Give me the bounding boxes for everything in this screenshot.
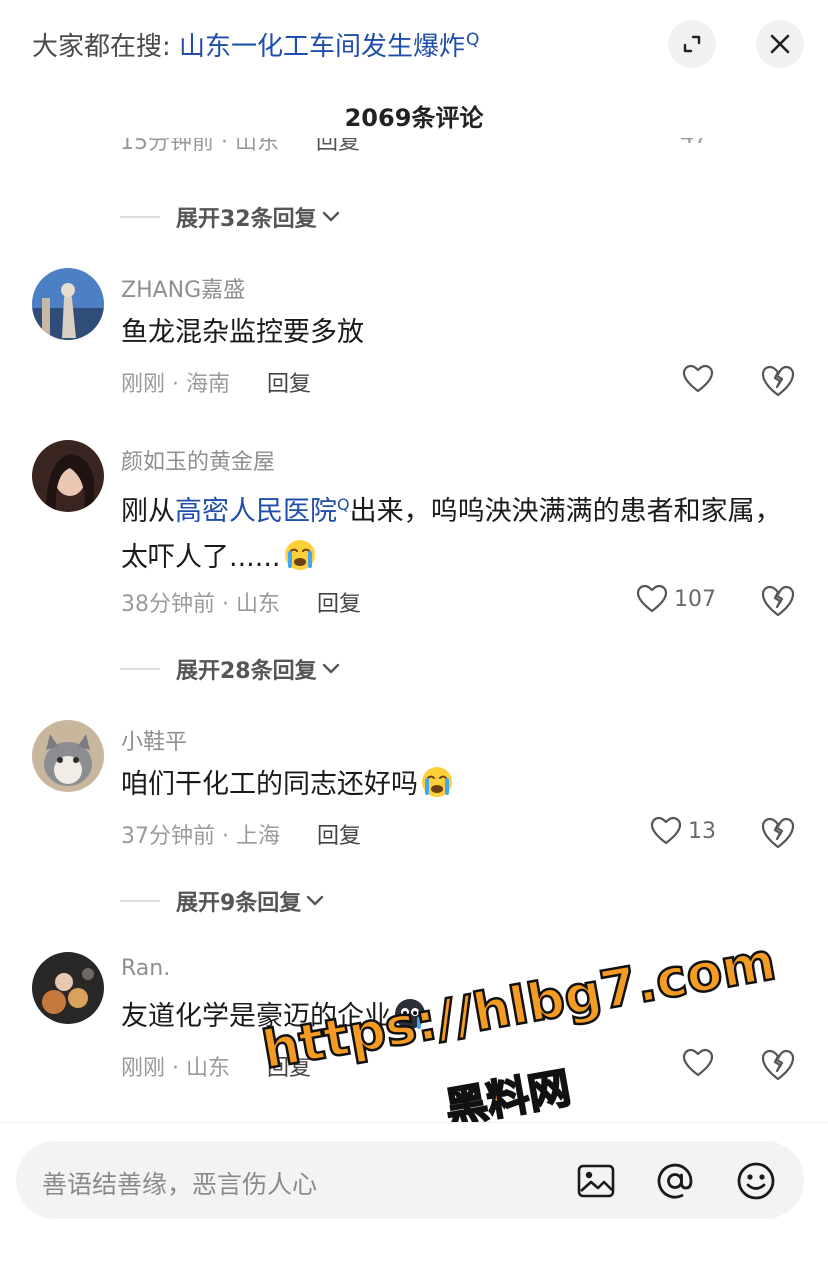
avatar[interactable]	[32, 720, 104, 792]
avatar[interactable]	[32, 440, 104, 512]
username[interactable]: 颜如玉的黄金屋	[121, 444, 275, 476]
comment-count: 2069条评论	[344, 104, 484, 132]
time-location: 38分钟前 · 山东	[121, 592, 280, 617]
expand-replies-label: 展开9条回复	[176, 891, 302, 916]
reply-button[interactable]: 回复	[317, 824, 361, 849]
comment-input-placeholder: 善语结善缘，恶言伤人心	[42, 1170, 318, 1199]
like-button[interactable]	[682, 1048, 714, 1078]
comment-text: 刚从高密人民医院Q出来，呜呜泱泱满满的患者和家属，太吓人了......	[121, 482, 801, 581]
divider-line	[120, 216, 160, 218]
search-icon: Q	[337, 495, 350, 514]
time-location: 刚刚 · 海南	[121, 372, 230, 397]
comment-meta: 37分钟前 · 上海 回复	[121, 818, 361, 850]
time-location: 刚刚 · 山东	[121, 1056, 230, 1081]
partial-like-count: 47	[680, 138, 708, 149]
trending-search-hint[interactable]: 大家都在搜: 山东一化工车间发生爆炸Q	[32, 26, 479, 63]
image-icon	[577, 1164, 615, 1198]
reply-button[interactable]: 回复	[317, 592, 361, 617]
close-button[interactable]	[756, 20, 804, 68]
reply-button[interactable]: 回复	[267, 1056, 311, 1081]
broken-heart-icon[interactable]	[760, 1047, 796, 1083]
expand-replies-button[interactable]: 展开28条回复	[120, 654, 341, 684]
comment-meta: 刚刚 · 山东 回复	[121, 1050, 311, 1082]
like-count: 107	[674, 586, 716, 612]
divider-line	[120, 668, 160, 670]
comment-text: 咱们干化工的同志还好吗	[121, 762, 801, 808]
comment-text: 友道化学是豪迈的企业	[121, 994, 801, 1040]
heart-icon	[682, 1048, 714, 1077]
heart-icon	[636, 584, 668, 613]
comment-meta: 38分钟前 · 山东 回复	[121, 586, 361, 618]
mention-button[interactable]	[653, 1159, 697, 1203]
dark-face-emoji	[395, 999, 425, 1029]
broken-heart-icon[interactable]	[760, 583, 796, 619]
chevron-down-icon	[305, 894, 325, 908]
comment-composer: 善语结善缘，恶言伤人心	[0, 1122, 828, 1273]
at-mention-icon	[657, 1163, 693, 1199]
like-button[interactable]	[682, 364, 714, 394]
comment-text-body: 鱼龙混杂监控要多放	[121, 317, 364, 348]
collapse-arrows-icon	[683, 35, 701, 53]
comment-text: 鱼龙混杂监控要多放	[121, 310, 801, 356]
comment-text-before: 刚从	[121, 496, 175, 527]
top-bar: 大家都在搜: 山东一化工车间发生爆炸Q	[0, 0, 828, 90]
trending-search-prefix: 大家都在搜:	[32, 32, 171, 62]
time-location: 37分钟前 · 上海	[121, 824, 280, 849]
heart-icon	[650, 816, 682, 845]
collapse-button[interactable]	[668, 20, 716, 68]
close-icon	[770, 34, 790, 54]
username[interactable]: ZHANG嘉盛	[121, 272, 245, 304]
expand-replies-button[interactable]: 展开9条回复	[120, 886, 325, 916]
partial-comment-row: 15分钟前 · 山东 回复 47	[120, 138, 810, 164]
chevron-down-icon	[321, 662, 341, 676]
comment-input[interactable]: 善语结善缘，恶言伤人心	[16, 1141, 804, 1219]
comment-meta: 刚刚 · 海南 回复	[121, 366, 311, 398]
search-icon: Q	[466, 30, 480, 51]
chevron-down-icon	[321, 210, 341, 224]
username[interactable]: Ran.	[121, 956, 170, 981]
like-count: 13	[688, 818, 716, 844]
crying-face-emoji	[422, 767, 452, 797]
avatar[interactable]	[32, 952, 104, 1024]
comment-text-body: 咱们干化工的同志还好吗	[121, 769, 418, 800]
hospital-search-link[interactable]: 高密人民医院	[175, 496, 337, 527]
avatar[interactable]	[32, 268, 104, 340]
trending-search-term[interactable]: 山东一化工车间发生爆炸	[179, 32, 465, 62]
emoji-icon	[737, 1162, 775, 1200]
expand-replies-label: 展开32条回复	[176, 207, 317, 232]
broken-heart-icon[interactable]	[760, 815, 796, 851]
partial-meta: 15分钟前 · 山东	[120, 138, 279, 155]
comment-text-body: 友道化学是豪迈的企业	[121, 1001, 391, 1032]
expand-replies-button[interactable]: 展开32条回复	[120, 202, 341, 232]
like-button[interactable]: 13	[650, 816, 716, 846]
reply-button[interactable]: 回复	[267, 372, 311, 397]
divider-line	[120, 900, 160, 902]
emoji-button[interactable]	[734, 1159, 778, 1203]
expand-replies-label: 展开28条回复	[176, 659, 317, 684]
crying-face-emoji	[284, 540, 315, 570]
broken-heart-icon[interactable]	[760, 363, 796, 399]
heart-icon	[682, 364, 714, 393]
partial-reply[interactable]: 回复	[316, 138, 360, 155]
like-button[interactable]: 107	[636, 584, 716, 614]
username[interactable]: 小鞋平	[121, 724, 187, 756]
insert-image-button[interactable]	[574, 1159, 618, 1203]
